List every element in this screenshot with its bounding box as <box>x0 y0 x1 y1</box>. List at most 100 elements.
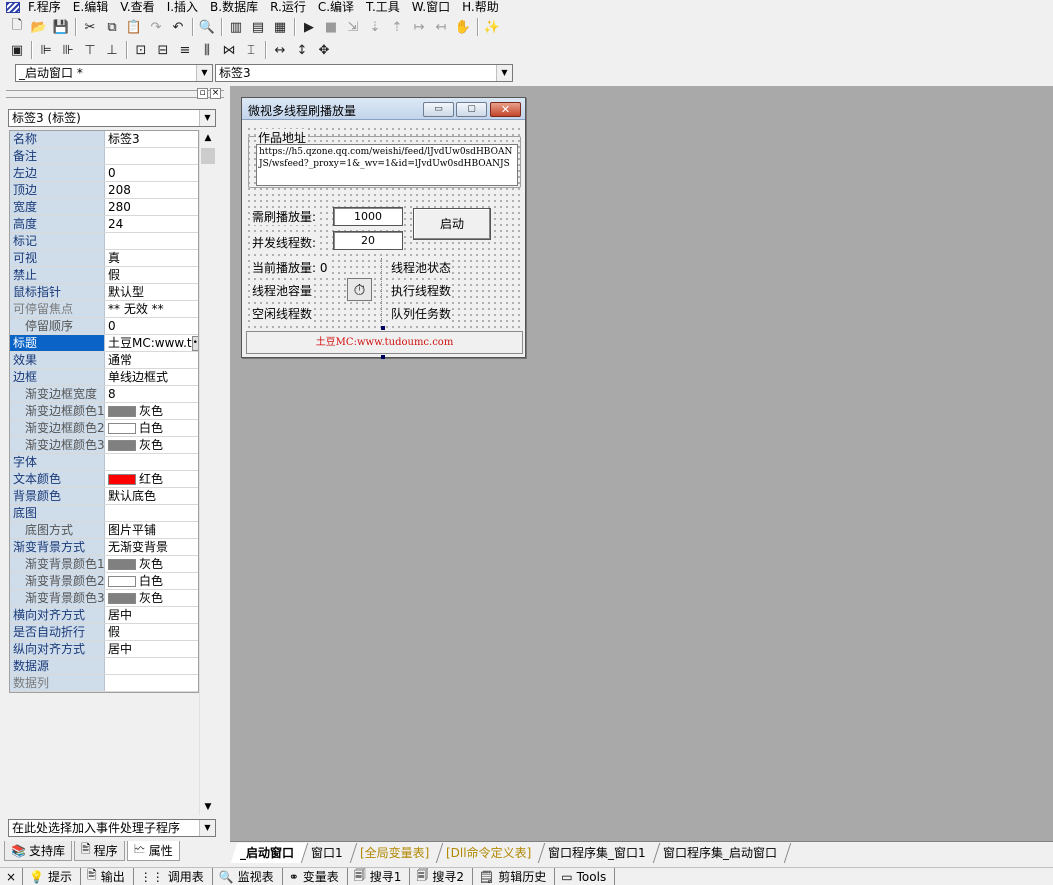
property-value[interactable]: 图片平铺 <box>105 522 198 538</box>
property-value[interactable]: 通常 <box>105 352 198 368</box>
property-row[interactable]: 鼠标指针 默认型 <box>10 284 198 301</box>
panel-tab-2[interactable]: 🗠 属性 <box>126 841 180 861</box>
layout-b-icon[interactable]: ▤ <box>247 17 269 37</box>
step-d-icon[interactable]: ↦ <box>408 17 430 37</box>
property-row[interactable]: 数据源 <box>10 658 198 675</box>
center-v-icon[interactable]: ⊟ <box>152 40 174 60</box>
copy-icon[interactable]: ⧉ <box>101 17 123 37</box>
property-value[interactable]: 0 <box>105 318 198 334</box>
property-row[interactable]: 标记 <box>10 233 198 250</box>
property-value[interactable]: 208 <box>105 182 198 198</box>
property-value[interactable] <box>105 454 198 470</box>
property-value[interactable]: 假 <box>105 624 198 640</box>
space-c-icon[interactable]: ⋈ <box>218 40 240 60</box>
chevron-down-icon[interactable]: ▼ <box>496 65 512 81</box>
cut-icon[interactable]: ✂ <box>79 17 101 37</box>
property-row[interactable]: 禁止假 <box>10 267 198 284</box>
property-row[interactable]: 渐变边框颜色1 灰色 <box>10 403 198 420</box>
property-row[interactable]: 背景颜色 默认底色 <box>10 488 198 505</box>
layout-c-icon[interactable]: ▦ <box>269 17 291 37</box>
link-label[interactable]: 土豆MC:www.tudoumc.com <box>246 331 523 354</box>
property-row[interactable]: 可视真 <box>10 250 198 267</box>
property-value[interactable]: 8 <box>105 386 198 402</box>
toolwindow-tab-5[interactable]: 🗐 搜寻1 <box>348 867 411 885</box>
property-row[interactable]: 标题土豆MC:www.t••• <box>10 335 198 352</box>
editor-tab-1[interactable]: 窗口1 <box>301 842 357 863</box>
property-row[interactable]: 渐变边框颜色3 灰色 <box>10 437 198 454</box>
space-a-icon[interactable]: ≡ <box>174 40 196 60</box>
property-value[interactable]: 灰色 <box>105 556 198 572</box>
editor-tab-5[interactable]: 窗口程序集_启动窗口 <box>653 842 792 863</box>
panel-tab-0[interactable]: 📚 支持库 <box>4 841 72 861</box>
toolwindow-tab-0[interactable]: 💡 提示 <box>23 867 82 885</box>
property-row[interactable]: 横向对齐方式 居中 <box>10 607 198 624</box>
start-button[interactable]: 启动 <box>413 208 491 240</box>
panel-restore-icon[interactable]: ▫ <box>197 88 208 99</box>
panel-grip[interactable] <box>6 90 224 98</box>
property-value[interactable]: 0 <box>105 165 198 181</box>
property-row[interactable]: 高度 24 <box>10 216 198 233</box>
editor-tab-0[interactable]: _启动窗口 <box>230 842 309 863</box>
editor-tab-2[interactable]: [全局变量表] <box>350 842 444 863</box>
property-value[interactable]: 单线边框式 <box>105 369 198 385</box>
property-value[interactable] <box>105 233 198 249</box>
paste-icon[interactable]: 📋 <box>123 17 145 37</box>
save-icon[interactable]: 💾 <box>50 17 72 37</box>
scroll-down-icon[interactable]: ▼ <box>200 799 216 815</box>
step-e-icon[interactable]: ↤ <box>430 17 452 37</box>
property-value[interactable] <box>105 148 198 164</box>
chevron-down-icon[interactable]: ▼ <box>199 820 215 836</box>
property-value[interactable]: 24 <box>105 216 198 232</box>
space-b-icon[interactable]: ⫼ <box>196 40 218 60</box>
event-combo[interactable]: 在此处选择加入事件处理子程序 ▼ <box>8 819 216 837</box>
menu-item-7[interactable]: T.工具 <box>360 0 406 14</box>
property-value[interactable]: 灰色 <box>105 590 198 606</box>
ellipsis-icon[interactable]: ••• <box>191 335 198 351</box>
property-value[interactable]: 标签3 <box>105 131 198 147</box>
toolwindow-tab-1[interactable]: 🖹 输出 <box>81 867 134 885</box>
designed-form[interactable]: 微视多线程刷播放量 ▭ ▢ ✕ 作品地址 https://h5.qzone.qq… <box>241 97 526 359</box>
property-row[interactable]: 底图方式 图片平铺 <box>10 522 198 539</box>
editor-tab-4[interactable]: 窗口程序集_窗口1 <box>539 842 661 863</box>
chevron-down-icon[interactable]: ▼ <box>196 65 212 81</box>
property-value[interactable]: 白色 <box>105 573 198 589</box>
selection-handle[interactable] <box>381 355 385 359</box>
property-row[interactable]: 字体 <box>10 454 198 471</box>
form-icon[interactable]: ▣ <box>6 40 28 60</box>
space-d-icon[interactable]: ⌶ <box>240 40 262 60</box>
panel-tab-1[interactable]: 🖹 程序 <box>73 841 125 861</box>
new-file-icon[interactable]: 🗋 <box>6 17 28 37</box>
scroll-thumb[interactable] <box>201 148 215 164</box>
toolwindow-tab-4[interactable]: ⚭ 变量表 <box>283 867 348 885</box>
property-row[interactable]: 文本颜色 红色 <box>10 471 198 488</box>
property-value[interactable]: 居中 <box>105 641 198 657</box>
toolwindow-tab-8[interactable]: ▭ Tools <box>555 867 616 885</box>
property-row[interactable]: 渐变背景颜色1 灰色 <box>10 556 198 573</box>
scroll-up-icon[interactable]: ▲ <box>200 130 216 146</box>
minimize-icon[interactable]: ▭ <box>423 102 454 117</box>
property-value[interactable]: 假 <box>105 267 198 283</box>
property-value[interactable]: 白色 <box>105 420 198 436</box>
center-h-icon[interactable]: ⊡ <box>130 40 152 60</box>
menu-item-3[interactable]: I.插入 <box>161 0 204 14</box>
same-height-icon[interactable]: ↕ <box>291 40 313 60</box>
property-value[interactable]: 280 <box>105 199 198 215</box>
window-combo[interactable]: _启动窗口 * ▼ <box>15 64 213 82</box>
close-icon[interactable]: ✕ <box>490 102 521 117</box>
property-row[interactable]: 渐变边框宽度 8 <box>10 386 198 403</box>
menu-item-8[interactable]: W.窗口 <box>406 0 456 14</box>
property-value[interactable]: 灰色 <box>105 403 198 419</box>
property-row[interactable]: 渐变背景颜色2 白色 <box>10 573 198 590</box>
property-scrollbar[interactable]: ▲ ▼ <box>199 130 216 815</box>
status-close-icon[interactable]: × <box>0 867 24 885</box>
toolwindow-tab-7[interactable]: 🗒 剪辑历史 <box>473 867 556 885</box>
property-value[interactable] <box>105 675 198 691</box>
redo-icon[interactable]: ↷ <box>145 17 167 37</box>
property-row[interactable]: 渐变背景颜色3 灰色 <box>10 590 198 607</box>
run-icon[interactable]: ▶ <box>298 17 320 37</box>
stop-icon[interactable]: ■ <box>320 17 342 37</box>
property-value[interactable] <box>105 658 198 674</box>
property-row[interactable]: 渐变背景方式 无渐变背景 <box>10 539 198 556</box>
property-value[interactable]: 红色 <box>105 471 198 487</box>
step-a-icon[interactable]: ⇲ <box>342 17 364 37</box>
